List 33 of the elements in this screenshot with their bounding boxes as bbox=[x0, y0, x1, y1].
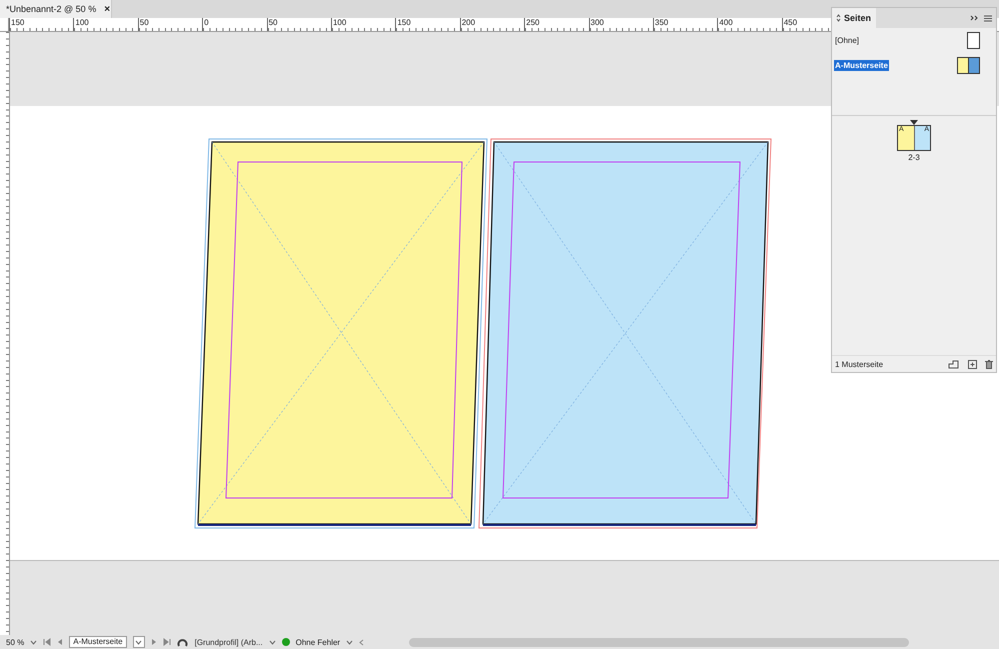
caret-icon[interactable] bbox=[268, 640, 276, 644]
spread-label: 2-3 bbox=[908, 153, 920, 162]
master-thumbnail[interactable] bbox=[967, 32, 980, 49]
last-page-icon[interactable] bbox=[162, 638, 171, 646]
menu-icon[interactable] bbox=[984, 14, 992, 22]
profile-label[interactable]: [Grundprofil] (Arb... bbox=[194, 638, 263, 646]
updown-icon[interactable] bbox=[836, 14, 841, 22]
page-dropdown[interactable] bbox=[132, 636, 145, 648]
spread-marker-icon bbox=[910, 120, 918, 125]
master-thumbnail[interactable] bbox=[957, 57, 980, 74]
scroll-left-icon[interactable] bbox=[359, 638, 364, 646]
close-button[interactable]: × bbox=[104, 4, 110, 14]
caret-icon bbox=[135, 640, 142, 644]
collapse-icon[interactable] bbox=[970, 15, 978, 21]
first-page-icon[interactable] bbox=[43, 638, 52, 646]
zoom-field[interactable]: 50 % bbox=[6, 638, 24, 646]
panel-title: Seiten bbox=[844, 13, 872, 23]
document-tab[interactable]: *Unbenannt-2 @ 50 % × bbox=[0, 0, 112, 18]
trash-icon[interactable] bbox=[985, 360, 993, 368]
next-page-icon[interactable] bbox=[150, 638, 157, 646]
preflight-icon[interactable] bbox=[176, 637, 189, 647]
master-item[interactable]: A-Musterseite bbox=[834, 60, 889, 71]
edit-page-size-icon[interactable] bbox=[948, 360, 960, 368]
page-count: 1 Musterseite bbox=[835, 360, 884, 368]
caret-icon[interactable] bbox=[346, 640, 354, 644]
caret-icon[interactable] bbox=[30, 640, 38, 644]
panel-tab[interactable]: Seiten bbox=[832, 8, 876, 28]
previous-page-icon[interactable] bbox=[57, 638, 64, 646]
preflight-status: Ohne Fehler bbox=[296, 638, 340, 646]
scrollbar-thumb[interactable] bbox=[409, 638, 910, 646]
page-field[interactable]: A-Musterseite bbox=[69, 636, 127, 648]
master-item[interactable]: [Ohne] bbox=[834, 35, 860, 46]
new-page-icon[interactable] bbox=[968, 360, 977, 368]
